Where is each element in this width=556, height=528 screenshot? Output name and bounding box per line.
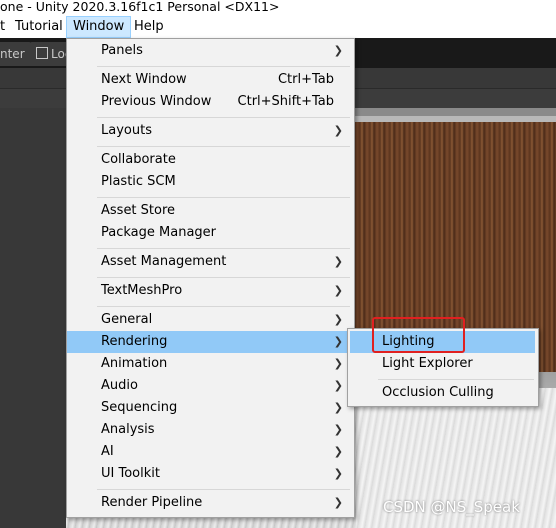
menu-item-label: Asset Management — [101, 254, 227, 269]
menu-item-audio[interactable]: Audio ❯ — [67, 375, 354, 397]
window-title: one - Unity 2020.3.16f1c1 Personal <DX11… — [0, 0, 280, 14]
chevron-right-icon: ❯ — [333, 357, 343, 370]
window-title-bar: one - Unity 2020.3.16f1c1 Personal <DX11… — [0, 0, 556, 16]
chevron-right-icon: ❯ — [333, 124, 343, 137]
menu-item-label: Layouts — [101, 123, 152, 138]
menu-item-label: Package Manager — [101, 225, 217, 240]
menu-help[interactable]: Help — [128, 17, 170, 37]
menu-item-collaborate[interactable]: Collaborate — [67, 149, 354, 171]
chevron-right-icon: ❯ — [333, 401, 343, 414]
menu-item-previous-window[interactable]: Previous Window Ctrl+Shift+Tab — [67, 91, 354, 113]
menu-item-ui-toolkit[interactable]: UI Toolkit ❯ — [67, 463, 354, 485]
menu-separator — [97, 117, 350, 118]
menu-item-textmeshpro[interactable]: TextMeshPro ❯ — [67, 280, 354, 302]
window-menu: Panels ❯ Next Window Ctrl+Tab Previous W… — [66, 38, 355, 518]
chevron-right-icon: ❯ — [333, 284, 343, 297]
menu-separator — [97, 306, 350, 307]
menu-item-analysis[interactable]: Analysis ❯ — [67, 419, 354, 441]
menu-item-label: AI — [101, 444, 114, 459]
menu-item-render-pipeline[interactable]: Render Pipeline ❯ — [67, 492, 354, 514]
chevron-right-icon: ❯ — [333, 496, 343, 509]
chevron-right-icon: ❯ — [333, 445, 343, 458]
menu-item-label: Render Pipeline — [101, 495, 203, 510]
chevron-right-icon: ❯ — [333, 467, 343, 480]
menu-bar: t Tutorial Window Help — [0, 16, 556, 38]
menu-item-package-manager[interactable]: Package Manager — [67, 222, 354, 244]
menu-item-asset-management[interactable]: Asset Management ❯ — [67, 251, 354, 273]
menu-item-label: Audio — [101, 378, 138, 393]
menu-separator — [97, 489, 350, 490]
menu-separator — [378, 379, 534, 380]
menu-item-asset-store[interactable]: Asset Store — [67, 200, 354, 222]
menu-window[interactable]: Window — [66, 16, 132, 38]
menu-item-occlusion-culling[interactable]: Occlusion Culling — [348, 382, 538, 404]
menu-item-label: Rendering — [101, 334, 168, 349]
chevron-right-icon: ❯ — [333, 423, 343, 436]
menu-separator — [97, 146, 350, 147]
menu-item-label: Panels — [101, 43, 143, 58]
menu-item-label: Next Window — [101, 72, 187, 87]
cube-icon — [36, 47, 48, 59]
menu-separator — [97, 277, 350, 278]
menu-item-light-explorer[interactable]: Light Explorer — [348, 353, 538, 375]
hierarchy-panel — [0, 108, 66, 528]
menu-item-next-window[interactable]: Next Window Ctrl+Tab — [67, 69, 354, 91]
menu-item-label: Occlusion Culling — [382, 385, 494, 400]
chevron-right-icon: ❯ — [333, 379, 343, 392]
menu-separator — [97, 248, 350, 249]
menu-tutorial[interactable]: Tutorial — [9, 17, 69, 37]
menu-item-layouts[interactable]: Layouts ❯ — [67, 120, 354, 142]
menu-item-ai[interactable]: AI ❯ — [67, 441, 354, 463]
menu-item-animation[interactable]: Animation ❯ — [67, 353, 354, 375]
chevron-right-icon: ❯ — [333, 335, 343, 348]
chevron-right-icon: ❯ — [333, 44, 343, 57]
chevron-right-icon: ❯ — [333, 255, 343, 268]
menu-item-label: Plastic SCM — [101, 174, 176, 189]
menu-item-label: UI Toolkit — [101, 466, 160, 481]
menu-item-shortcut: Ctrl+Shift+Tab — [237, 94, 334, 109]
annotation-highlight-box — [372, 317, 465, 353]
menu-item-label: Asset Store — [101, 203, 176, 218]
menu-item-label: Analysis — [101, 422, 155, 437]
tab-center[interactable]: nter — [0, 42, 31, 66]
menu-item-label: Sequencing — [101, 400, 178, 415]
menu-separator — [97, 66, 350, 67]
menu-item-label: Animation — [101, 356, 168, 371]
menu-item-label: Previous Window — [101, 94, 212, 109]
menu-item-label: Light Explorer — [382, 356, 473, 371]
menu-item-label: Collaborate — [101, 152, 176, 167]
chevron-right-icon: ❯ — [333, 313, 343, 326]
menu-item-label: TextMeshPro — [101, 283, 183, 298]
menu-item-plastic-scm[interactable]: Plastic SCM — [67, 171, 354, 193]
menu-item-panels[interactable]: Panels ❯ — [67, 40, 354, 62]
menu-item-shortcut: Ctrl+Tab — [277, 72, 334, 87]
watermark: CSDN @NS_Speak — [383, 498, 520, 516]
menu-item-sequencing[interactable]: Sequencing ❯ — [67, 397, 354, 419]
menu-separator — [97, 197, 350, 198]
menu-item-general[interactable]: General ❯ — [67, 309, 354, 331]
menu-item-label: General — [101, 312, 153, 327]
menu-item-rendering[interactable]: Rendering ❯ — [67, 331, 354, 353]
